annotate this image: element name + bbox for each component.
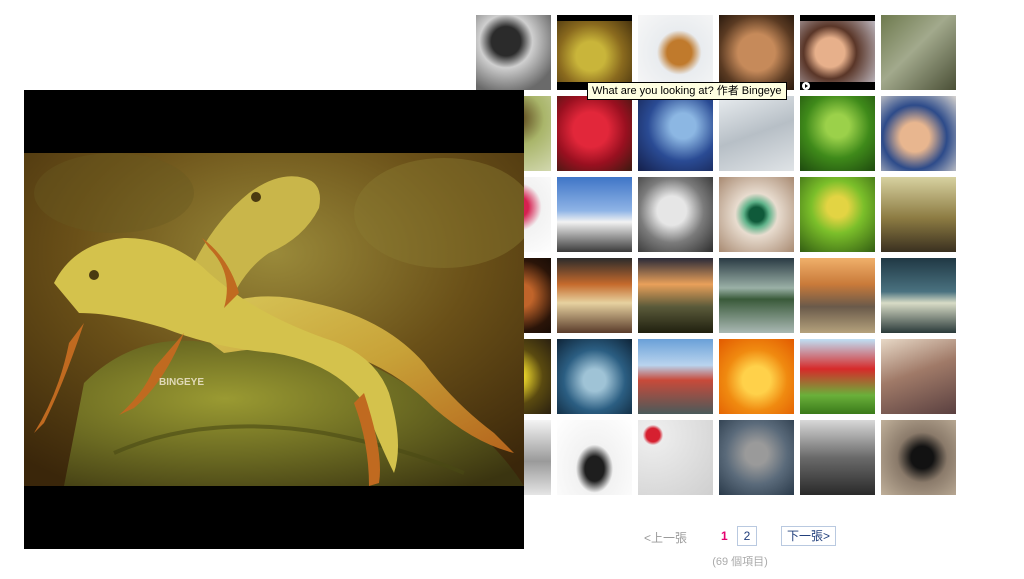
thumbnail-shelves-toys[interactable] [557, 258, 632, 333]
thumbnail-man-face[interactable] [719, 15, 794, 90]
thumbnail-green-eye[interactable] [719, 177, 794, 252]
thumbnail-duckling-water[interactable] [800, 177, 875, 252]
thumbnail-dog-in-snow[interactable] [638, 15, 713, 90]
thumbnail-blue-flowers[interactable] [638, 96, 713, 171]
thumbnail-bubble-wrap[interactable] [638, 420, 713, 495]
previous-page-link: <上一張 [644, 531, 688, 545]
bingeye-watermark: BINGEYE [159, 377, 204, 388]
page-2-button[interactable]: 2 [737, 526, 757, 546]
thumbnail-beach-sunset[interactable] [800, 258, 875, 333]
thumbnail-lake-reflection[interactable] [719, 258, 794, 333]
thumbnail-darth-vader-bw[interactable] [476, 15, 551, 90]
thumbnail-smiling-woman[interactable] [800, 15, 875, 90]
current-page-number: 1 [721, 529, 728, 543]
next-page-button[interactable]: 下一張> [781, 526, 837, 546]
thumbnail-rainy-street[interactable] [800, 420, 875, 495]
thumbnail-sunset-hills[interactable] [638, 258, 713, 333]
thumbnail-vader-friends[interactable] [881, 420, 956, 495]
thumbnail-red-flowers[interactable] [557, 96, 632, 171]
lizards-photo: BINGEYE [24, 153, 524, 486]
thumbnail-lone-tree[interactable] [557, 420, 632, 495]
thumbnail-girl-city[interactable] [638, 339, 713, 414]
thumbnail-boy-bubbles[interactable] [800, 339, 875, 414]
thumbnail-green-moss[interactable] [800, 96, 875, 171]
pagination: <上一張 1 2 下一張> [630, 526, 860, 546]
thumbnail-tooltip: What are you looking at? 作者 Bingeye [587, 82, 787, 100]
thumbnail-squirrel[interactable] [719, 420, 794, 495]
thumbnail-boy-bw[interactable] [638, 177, 713, 252]
photo-preview-viewer[interactable]: BINGEYE [24, 90, 524, 549]
thumbnail-orange-slice[interactable] [719, 339, 794, 414]
thumbnail-frost-grass[interactable] [719, 96, 794, 171]
thumbnail-child-drinking[interactable] [881, 96, 956, 171]
thumbnail-cows-sky[interactable] [557, 177, 632, 252]
thumbnail-blue-bokeh[interactable] [557, 339, 632, 414]
thumbnail-branches-bokeh[interactable] [881, 15, 956, 90]
thumbnail-lizards-selected[interactable] [557, 15, 632, 90]
item-count: (69 個項目) [712, 556, 768, 568]
thumbnail-messy-room[interactable] [881, 177, 956, 252]
thumbnail-coast-dusk[interactable] [881, 258, 956, 333]
play-icon [802, 82, 810, 90]
thumbnail-records-shelf[interactable] [881, 339, 956, 414]
